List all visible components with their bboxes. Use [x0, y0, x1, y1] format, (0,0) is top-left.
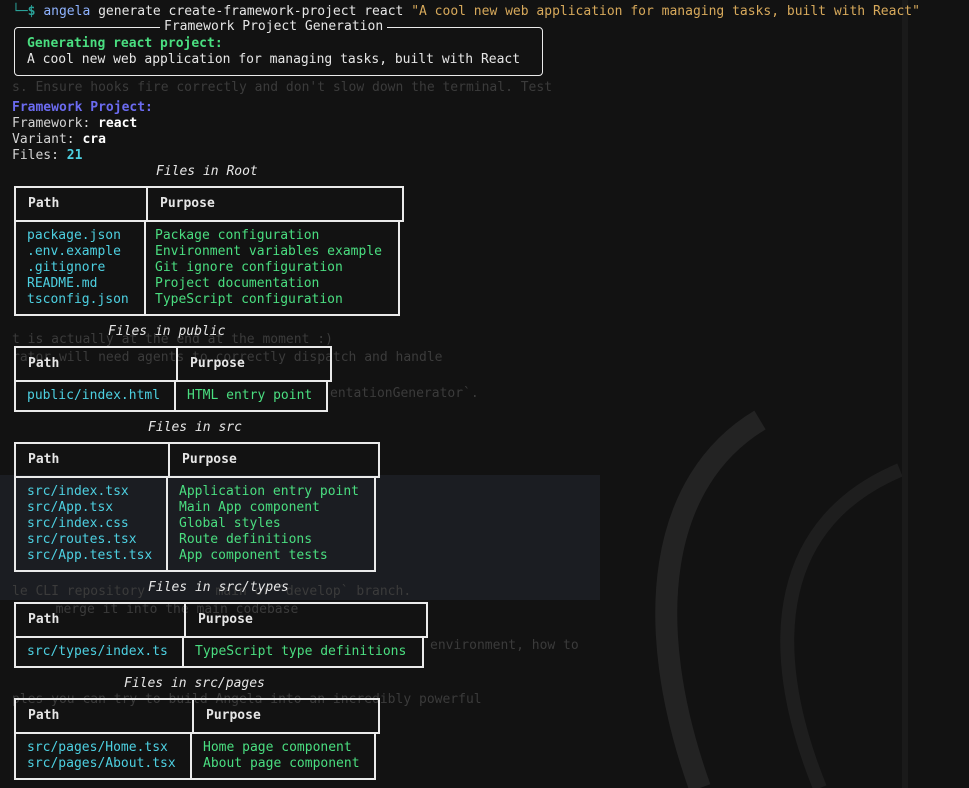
- file-path: .gitignore: [27, 260, 106, 275]
- group-caption: Files in src: [148, 420, 242, 435]
- banner-description: A cool new web application for managing …: [27, 52, 521, 67]
- framework-value: react: [98, 116, 138, 131]
- file-path: src/index.css: [27, 516, 129, 531]
- purpose-header: Purpose: [168, 444, 378, 476]
- file-path: src/routes.tsx: [27, 532, 137, 547]
- file-purpose: Git ignore configuration: [155, 260, 343, 275]
- table-header: Path Purpose: [14, 602, 428, 638]
- prompt-corner: └─: [12, 4, 28, 19]
- file-purpose: Route definitions: [179, 532, 313, 547]
- file-purpose: Global styles: [179, 516, 281, 531]
- file-purpose: App component tests: [179, 548, 328, 563]
- file-path: src/index.tsx: [27, 484, 129, 499]
- file-purpose: TypeScript configuration: [155, 292, 343, 307]
- file-path: src/types/index.ts: [27, 644, 168, 659]
- group-caption: Files in public: [108, 324, 226, 339]
- banner-title: Framework Project Generation: [160, 19, 388, 35]
- file-path: .env.example: [27, 244, 121, 259]
- project-header: Framework Project:: [12, 100, 153, 115]
- table-header: Path Purpose: [14, 346, 332, 382]
- group-caption: Files in src/pages: [124, 676, 265, 691]
- path-header: Path: [28, 452, 60, 467]
- file-path: src/pages/About.tsx: [27, 756, 176, 771]
- file-path: tsconfig.json: [27, 292, 129, 307]
- file-path: src/pages/Home.tsx: [27, 740, 168, 755]
- file-purpose: Main App component: [179, 500, 320, 515]
- framework-line: Framework: react: [12, 116, 137, 132]
- background-text-line: s. Ensure hooks fire correctly and don't…: [12, 80, 553, 95]
- variant-line: Variant: cra: [12, 132, 106, 148]
- purpose-header: Purpose: [192, 700, 378, 732]
- file-path: src/App.test.tsx: [27, 548, 153, 563]
- variant-value: cra: [82, 132, 106, 147]
- file-purpose: HTML entry point: [187, 388, 313, 403]
- column-divider: [174, 380, 176, 410]
- file-purpose: Application entry point: [179, 484, 360, 499]
- background-text-line: entationGenerator`.: [330, 386, 479, 401]
- column-divider: [166, 476, 168, 570]
- file-path: src/App.tsx: [27, 500, 114, 515]
- background-text-line: environment, how to: [430, 638, 579, 653]
- command-name: angela: [43, 4, 91, 19]
- framework-label: Framework:: [12, 116, 91, 131]
- command-prompt-line: └─$ angela generate create-framework-pro…: [12, 4, 920, 20]
- variant-label: Variant:: [12, 132, 75, 147]
- column-divider: [144, 220, 146, 314]
- path-header: Path: [28, 196, 60, 211]
- table-header: Path Purpose: [14, 442, 380, 478]
- file-purpose: Home page component: [203, 740, 352, 755]
- file-purpose: Project documentation: [155, 276, 320, 291]
- file-purpose: TypeScript type definitions: [195, 644, 407, 659]
- files-count: 21: [66, 148, 83, 163]
- file-path: public/index.html: [27, 388, 161, 403]
- path-header: Path: [28, 708, 60, 723]
- purpose-header: Purpose: [184, 604, 426, 636]
- file-purpose: Package configuration: [155, 228, 320, 243]
- files-line: Files: 21: [12, 148, 82, 164]
- file-purpose: Environment variables example: [155, 244, 382, 259]
- group-caption: Files in src/types: [148, 580, 289, 595]
- table-header: Path Purpose: [14, 186, 404, 222]
- file-purpose: About page component: [203, 756, 360, 771]
- command-string-arg: "A cool new web application for managing…: [411, 4, 920, 19]
- command-args: generate create-framework-project react: [98, 4, 404, 19]
- files-label: Files:: [12, 148, 59, 163]
- column-divider: [190, 732, 192, 778]
- prompt-dollar: $: [27, 4, 36, 19]
- purpose-header: Purpose: [146, 188, 402, 220]
- path-header: Path: [28, 356, 60, 371]
- path-header: Path: [28, 612, 60, 627]
- banner-heading: Generating react project:: [27, 36, 223, 51]
- group-caption: Files in Root: [156, 164, 258, 179]
- file-path: package.json: [27, 228, 121, 243]
- column-divider: [182, 636, 184, 666]
- file-path: README.md: [27, 276, 98, 291]
- purpose-header: Purpose: [176, 348, 330, 380]
- table-header: Path Purpose: [14, 698, 380, 734]
